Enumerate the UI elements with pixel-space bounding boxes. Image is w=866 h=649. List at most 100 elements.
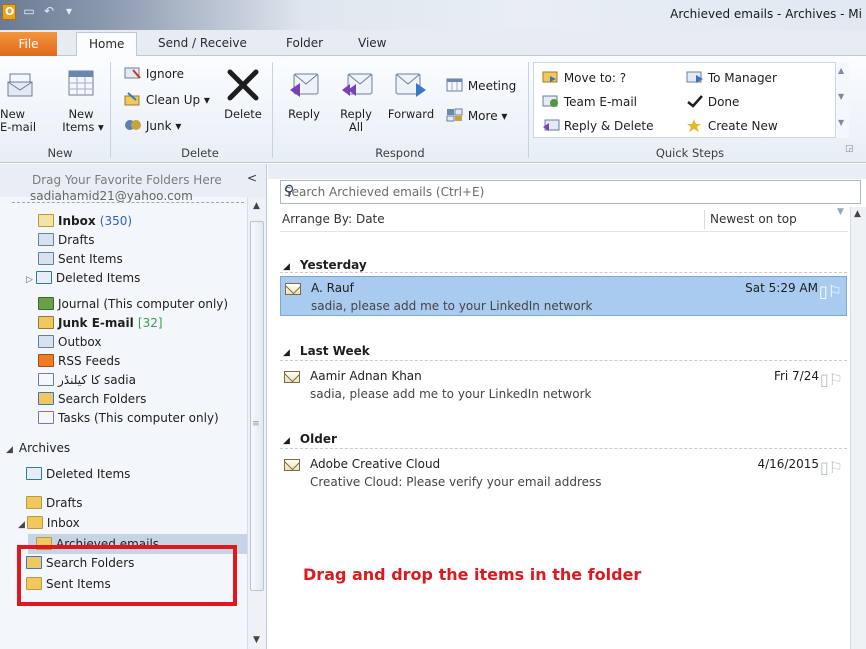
scroll-up-icon[interactable]: ▲ [838,66,844,75]
arrange-by-button[interactable]: Arrange By: Date [282,212,385,226]
group-header-older[interactable]: ◢ Older [283,432,337,446]
forward-icon [395,73,426,97]
search-input[interactable]: Search Archieved emails (Ctrl+E) ⚲ [280,180,861,204]
search-folder-icon [38,392,54,405]
quick-step-move-to[interactable]: Move to: ? [542,70,626,85]
done-label: Done [707,95,740,109]
message-row[interactable]: Aamir Adnan Khan sadia, please add me to… [280,365,847,405]
folder-label: Search Folders [58,392,147,406]
ignore-button[interactable]: Ignore [124,66,184,81]
dialog-launcher-icon[interactable]: ◲ [845,144,854,154]
collapse-arrow-icon[interactable]: ◢ [283,436,290,446]
scroll-up-icon[interactable]: ▲ [253,201,260,211]
folder-deleted-items[interactable]: ▷ Deleted Items [26,269,140,288]
undo-icon[interactable]: ↶ [42,4,56,18]
flag-icon[interactable]: ▯⚐ [819,282,842,301]
group-header-last-week[interactable]: ◢ Last Week [283,344,370,358]
create-new-icon [687,119,701,132]
meeting-button[interactable]: Meeting [446,78,516,93]
expand-arrow-icon[interactable]: ▷ [26,275,33,285]
collapse-arrow-icon[interactable]: ◢ [18,520,25,530]
quick-step-create-new[interactable]: Create New [686,118,778,133]
highlight-annotation-box [17,545,237,606]
folder-label: Drafts [58,233,95,247]
junk-button[interactable]: Junk ▾ [124,118,181,133]
account-header[interactable]: sadiahamid21@yahoo.com [30,187,193,206]
quick-step-reply-delete[interactable]: Reply & Delete [542,118,653,133]
drag-drop-annotation: Drag and drop the items in the folder [303,565,642,584]
collapse-arrow-icon[interactable]: ◢ [283,348,290,358]
message-list-scrollbar[interactable]: ▲ [850,207,866,649]
read-envelope-icon [284,459,300,471]
quick-step-done[interactable]: Done [686,94,739,109]
ribbon-tabs: File Home Send / Receive Folder View [0,30,866,57]
reply-all-icon [342,73,373,96]
folder-drafts[interactable]: Drafts [38,231,95,250]
flag-icon[interactable]: ▯⚐ [820,370,843,389]
folder-journal[interactable]: Journal (This computer only) [38,295,228,314]
search-icon[interactable]: ⚲ [284,183,856,199]
sort-order-button[interactable]: Newest on top [710,212,797,226]
forward-label: Forward [387,107,435,121]
folder-label: RSS Feeds [58,354,121,368]
folder-tasks[interactable]: Tasks (This computer only) [38,409,219,428]
group-header-yesterday[interactable]: ◢ Yesterday [283,258,367,272]
meeting-icon [446,78,463,92]
scroll-down-icon[interactable]: ▼ [253,635,260,645]
sent-items-icon [38,252,54,265]
read-envelope-icon [284,371,300,383]
collapse-arrow-icon[interactable]: ◢ [283,262,290,272]
clean-up-button[interactable]: Clean Up ▾ [124,92,210,107]
folder-calendar[interactable]: کا کیلنڈر sadia [38,371,136,390]
grip-icon: ≡ [252,419,260,429]
message-row[interactable]: A. Rauf sadia, please add me to your Lin… [280,276,847,316]
quick-step-to-manager[interactable]: To Manager [686,70,777,85]
scroll-up-icon[interactable]: ▲ [854,209,861,219]
more-label: More ▾ [467,109,508,123]
tab-view[interactable]: View [358,36,386,50]
outlook-app-icon[interactable] [2,4,16,20]
more-gallery-icon[interactable]: ▼ [838,118,844,127]
folder-rss-feeds[interactable]: RSS Feeds [38,352,120,371]
more-respond-button[interactable]: More ▾ [446,108,507,123]
arrange-bar: Arrange By: Date Newest on top ▼ [280,207,848,232]
group-label: Last Week [299,344,370,358]
group-divider [280,448,847,449]
folder-tree-scrollbar[interactable]: ▲ ≡ ▼ [247,197,266,649]
scroll-down-icon[interactable]: ▼ [838,92,844,101]
message-row[interactable]: Adobe Creative Cloud Creative Cloud: Ple… [280,453,847,493]
folder-label: Outbox [58,335,102,349]
tab-home[interactable]: Home [76,32,138,57]
tab-file[interactable]: File [0,32,57,56]
folder-search-folders[interactable]: Search Folders [38,390,146,409]
scrollbar-thumb[interactable] [250,221,264,591]
quick-steps-scrollbar[interactable]: ▲ ▼ ▼ [835,62,849,138]
collapse-nav-button[interactable]: < [247,171,257,185]
folder-label: Inbox [46,516,80,530]
new-items-label-2: Items ▾ [62,120,104,134]
folder-outbox[interactable]: Outbox [38,333,101,352]
sort-dropdown-icon[interactable]: ▼ [837,207,844,217]
folder-inbox[interactable]: Inbox (350) [38,212,132,231]
archives-header[interactable]: ◢ Archives [6,439,70,458]
archive-folder-drafts[interactable]: Drafts [26,494,83,513]
to-manager-icon [686,71,703,83]
folder-sent-items[interactable]: Sent Items [38,250,123,269]
navigation-pane: Drag Your Favorite Folders Here < sadiah… [0,164,267,649]
folder-label: Inbox [58,214,96,228]
group-label: Yesterday [299,258,367,272]
reply-delete-icon [543,119,560,131]
collapse-arrow-icon[interactable]: ◢ [6,445,13,455]
save-icon[interactable]: ▭ [22,4,36,18]
divider [704,210,705,229]
archive-folder-inbox[interactable]: ◢ Inbox [18,514,80,533]
tab-folder[interactable]: Folder [286,36,323,50]
folder-junk-email[interactable]: Junk E-mail [32] [38,314,163,333]
quick-step-team-email[interactable]: Team E-mail [542,94,637,109]
message-date: 4/16/2015 [757,457,819,471]
archive-folder-deleted-items[interactable]: Deleted Items [26,465,130,484]
flag-icon[interactable]: ▯⚐ [820,458,843,477]
drafts-icon [38,233,54,246]
qat-dropdown-icon[interactable]: ▾ [62,4,76,18]
tab-send-receive[interactable]: Send / Receive [158,36,247,50]
